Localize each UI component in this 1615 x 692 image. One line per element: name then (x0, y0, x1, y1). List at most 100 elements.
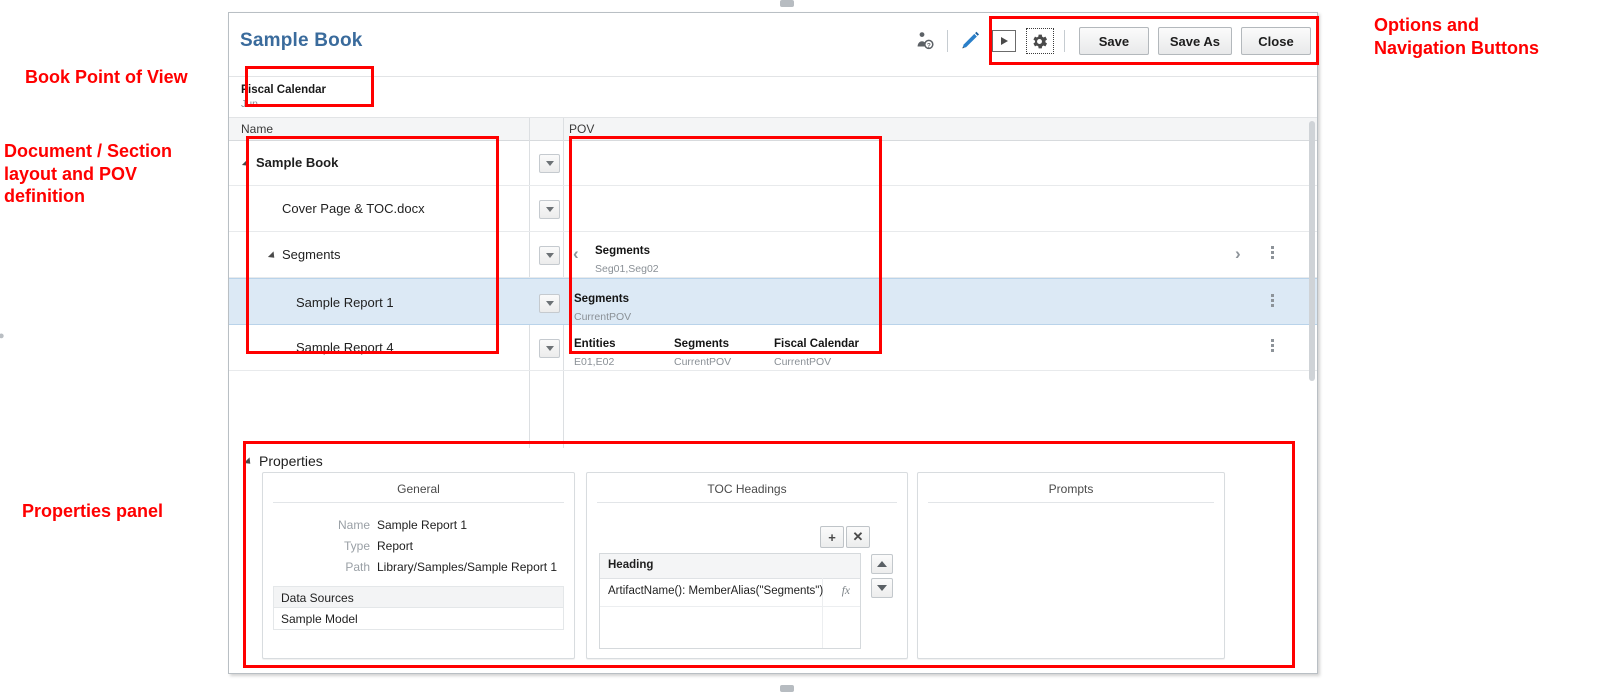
user-pov-icon[interactable]: ? (908, 26, 942, 56)
field-label: Type (343, 539, 370, 553)
data-sources-header: Data Sources (273, 586, 564, 608)
book-structure-table: Name POV Sample Book Cover Page & TOC.do… (229, 118, 1317, 448)
screenshot-root: Book Point of View Document / Section la… (0, 0, 1615, 692)
toolbar: ? Save Save As Close (908, 26, 1311, 56)
page-title: Sample Book (240, 30, 363, 51)
preview-play-frame (991, 30, 1016, 52)
pov-dimension-label: Segments (595, 245, 650, 257)
expander-collapse-icon[interactable] (267, 251, 278, 261)
expander-collapse-icon[interactable] (241, 159, 252, 169)
toc-headings-card-title: TOC Headings (707, 482, 787, 496)
toc-heading-expression: ArtifactName(): MemberAlias("Segments") (608, 585, 824, 597)
toc-headings-grid: Heading ArtifactName(): MemberAlias("Seg… (599, 553, 861, 649)
row-overflow-menu-icon[interactable] (1267, 294, 1277, 307)
table-header-row: Name POV (229, 118, 1317, 141)
pov-dimension-label: Entities (574, 338, 616, 350)
table-row[interactable]: Sample Book (229, 140, 1317, 186)
annotation-properties-panel: Properties panel (22, 501, 164, 521)
top-scroll-nub[interactable] (780, 0, 794, 7)
move-heading-up-button[interactable] (871, 554, 893, 574)
tree-node-label: Segments (282, 247, 341, 262)
tree-node-label: Sample Report 4 (296, 340, 394, 355)
pov-dimension-label: Fiscal Calendar (774, 338, 860, 350)
prompts-card-title: Prompts (1048, 482, 1094, 496)
preview-play-icon[interactable] (987, 26, 1021, 56)
row-menu-dropdown[interactable] (539, 294, 560, 313)
save-as-button[interactable]: Save As (1157, 27, 1232, 55)
pov-dimension-cell[interactable]: Entities E01,E02 (574, 334, 616, 370)
column-header-name[interactable]: Name (241, 122, 273, 136)
pov-dimension-cell[interactable]: Segments CurrentPOV (674, 334, 731, 370)
table-row[interactable]: Sample Report 4 Entities E01,E02 Segment… (229, 325, 1317, 371)
annotation-options-navigation-buttons: Options and Navigation Buttons (1374, 15, 1539, 58)
field-label: Name (337, 518, 370, 532)
function-editor-icon[interactable]: fx (842, 585, 850, 597)
column-header-pov[interactable]: POV (569, 122, 594, 136)
table-vertical-scrollbar[interactable] (1309, 121, 1315, 381)
data-source-name: Sample Model (281, 612, 358, 626)
tree-node-label: Cover Page & TOC.docx (282, 201, 425, 216)
row-menu-dropdown[interactable] (539, 154, 560, 173)
svg-text:?: ? (927, 42, 931, 49)
field-value: Report (377, 539, 414, 553)
toc-grid-row[interactable]: ArtifactName(): MemberAlias("Segments") … (600, 578, 860, 607)
properties-section-title: Properties (259, 453, 323, 469)
properties-section-header[interactable]: Properties (229, 451, 1317, 473)
book-pov-bar: Fiscal Calendar Jun (229, 76, 1317, 118)
close-button[interactable]: Close (1241, 27, 1311, 55)
settings-gear-focus-frame (1025, 28, 1054, 54)
toolbar-divider-1 (946, 30, 948, 52)
row-overflow-menu-icon[interactable] (1267, 339, 1277, 352)
add-heading-button[interactable]: + (820, 526, 844, 548)
general-card-rule (273, 502, 564, 503)
pov-dimension-cell[interactable]: Fiscal Calendar CurrentPOV (774, 334, 859, 370)
general-card-title: General (397, 482, 440, 496)
pov-dimension-label: Segments (574, 293, 629, 305)
prompts-empty-area[interactable] (918, 503, 1224, 658)
properties-expander-icon[interactable] (243, 457, 254, 467)
annotation-document-section-layout: Document / Section layout and POV defini… (4, 141, 173, 206)
tree-node-label: Sample Book (256, 155, 339, 170)
field-label: Path (345, 560, 370, 574)
pov-member-value: E01,E02 (574, 356, 615, 368)
pov-member-value: CurrentPOV (774, 356, 832, 368)
pov-next-chevron-icon[interactable]: › (1235, 244, 1241, 264)
field-value: Sample Report 1 (377, 518, 468, 532)
left-edge-partial-glyph: ● (0, 330, 5, 342)
pov-member-value: CurrentPOV (574, 311, 632, 323)
pov-prev-chevron-icon[interactable]: ‹ (573, 244, 579, 264)
data-sources-row[interactable]: Sample Model (273, 608, 564, 630)
bottom-scroll-nub[interactable] (780, 685, 794, 692)
toc-headings-card: TOC Headings + ✕ Heading ArtifactName():… (586, 472, 908, 659)
move-heading-down-button[interactable] (871, 578, 893, 598)
book-pov-member-value: Jun (241, 98, 258, 110)
row-overflow-menu-icon[interactable] (1267, 246, 1277, 259)
book-pov-fiscal-calendar[interactable]: Fiscal Calendar Jun (241, 83, 326, 111)
settings-gear-icon[interactable] (1021, 26, 1059, 56)
general-properties-card: General Name Sample Report 1 Type Report… (262, 472, 575, 659)
save-button[interactable]: Save (1078, 27, 1149, 55)
toc-headings-card-rule (597, 502, 897, 503)
pov-dimension-cell[interactable]: Segments CurrentPOV (574, 289, 631, 325)
window-header: Sample Book ? Save Save As Close (229, 13, 1317, 65)
toc-grid-column-heading: Heading (608, 559, 654, 571)
table-row[interactable]: Sample Report 1 Segments CurrentPOV (229, 278, 1317, 325)
edit-pencil-icon[interactable] (953, 26, 987, 56)
tree-node-label: Sample Report 1 (296, 295, 394, 310)
book-pov-dimension-label: Fiscal Calendar (241, 84, 327, 96)
row-menu-dropdown[interactable] (539, 246, 560, 265)
prompts-card: Prompts (917, 472, 1225, 659)
field-value: Library/Samples/Sample Report 1 (377, 560, 558, 574)
book-designer-window: Sample Book ? Save Save As Close Fiscal … (228, 12, 1318, 674)
toolbar-divider-2 (1063, 30, 1065, 52)
pov-member-value: CurrentPOV (674, 356, 732, 368)
annotation-book-point-of-view: Book Point of View (25, 67, 188, 87)
delete-heading-button[interactable]: ✕ (846, 526, 870, 548)
row-menu-dropdown[interactable] (539, 200, 560, 219)
table-row[interactable]: Cover Page & TOC.docx (229, 186, 1317, 232)
table-row[interactable]: Segments ‹ Segments Seg01,Seg02 › (229, 232, 1317, 278)
row-menu-dropdown[interactable] (539, 339, 560, 358)
table-body: Sample Book Cover Page & TOC.docx Segmen… (229, 140, 1317, 448)
toc-grid-header: Heading (600, 554, 860, 579)
pov-dimension-cell[interactable]: Segments Seg01,Seg02 (595, 241, 659, 277)
